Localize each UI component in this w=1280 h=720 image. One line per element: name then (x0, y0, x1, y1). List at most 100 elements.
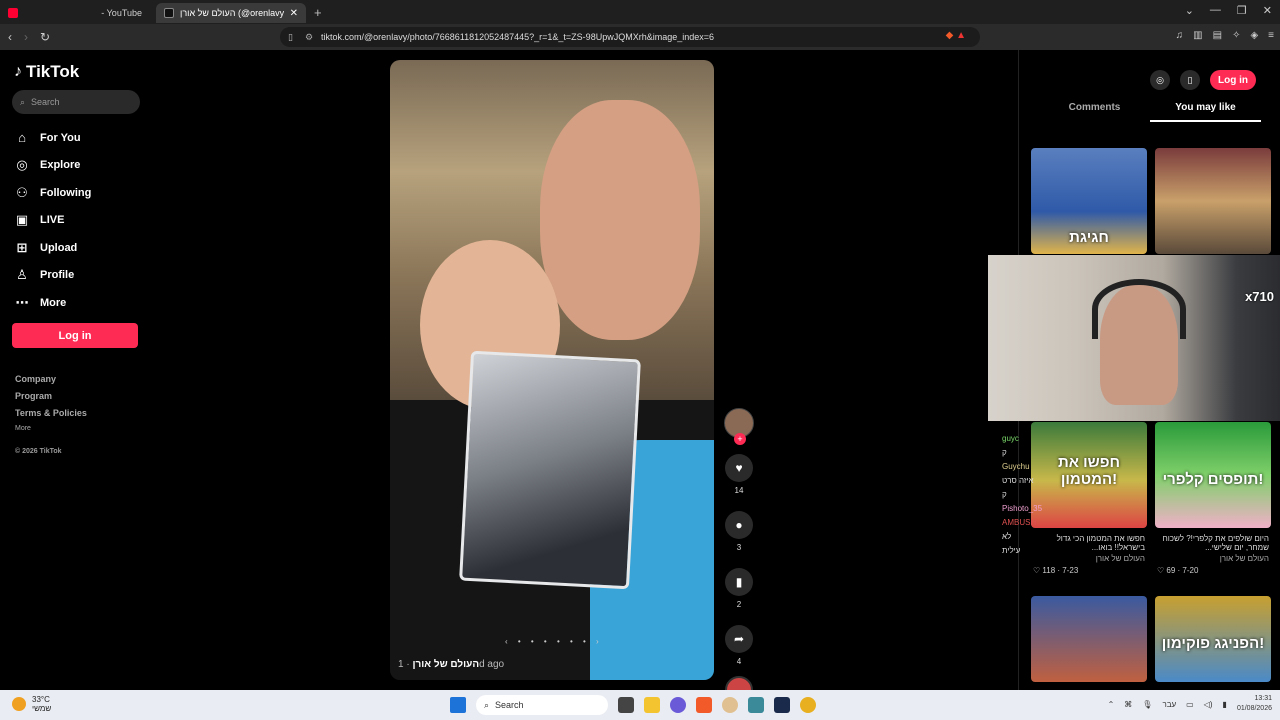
post-author[interactable]: העולם של אורן (412, 659, 479, 670)
save-action[interactable]: ▮ 2 (722, 568, 756, 609)
sidebar-item-live[interactable]: ▣ LIVE (14, 207, 154, 235)
steam-icon[interactable] (774, 697, 790, 713)
tab-tiktok[interactable]: העולם של אורן (@orenlavy) | Tok ✕ (156, 3, 306, 23)
chat-line: Guychu (1002, 462, 1030, 471)
tab-list-icon[interactable]: ⌄ (1185, 4, 1194, 17)
address-bar[interactable]: ▯ ⚙ tiktok.com/@orenlavy/photo/766861181… (280, 27, 980, 47)
close-window-icon[interactable]: ✕ (1263, 4, 1272, 17)
nav-buttons: ‹ › ↻ (8, 30, 50, 44)
back-icon[interactable]: ‹ (8, 30, 12, 44)
new-tab-button[interactable]: + (314, 5, 322, 20)
brave-shield-icon[interactable]: ◆ ▲ (946, 30, 966, 41)
footer-link-more[interactable]: More (15, 425, 87, 442)
reload-icon[interactable]: ↻ (40, 30, 50, 44)
photo-subject-adult (540, 100, 700, 340)
tab-you-may-like[interactable]: You may like (1150, 102, 1261, 122)
search-input[interactable]: ⌕ Search (12, 90, 140, 114)
more-icon: ⋯ (15, 294, 29, 310)
maximize-icon[interactable]: ❐ (1237, 4, 1247, 17)
display-icon[interactable]: ▭ (1186, 700, 1194, 709)
windows-start-icon[interactable] (450, 697, 466, 713)
profile-icon: ♙ (16, 267, 28, 283)
sidebar-item-following[interactable]: ⚇ Following (14, 179, 154, 207)
follow-plus-icon[interactable]: + (734, 433, 746, 445)
file-explorer-icon[interactable] (644, 697, 660, 713)
video-info[interactable]: היום שולפים את קלפרי!? לשכוח שמחר, יום ש… (1157, 534, 1269, 575)
comment-action[interactable]: ● 3 (722, 511, 756, 552)
share-icon[interactable]: ➦ (725, 625, 753, 653)
network-icon[interactable]: ⌘ (1124, 700, 1132, 709)
footer-link-company[interactable]: Company (15, 374, 87, 391)
sidebar-item-explore[interactable]: ◎ Explore (14, 152, 154, 180)
minimize-icon[interactable]: — (1210, 4, 1221, 17)
tab-bar: - YouTube העולם של אורן (@orenlavy) | To… (0, 0, 1280, 24)
task-view-icon[interactable] (618, 697, 634, 713)
battery-icon[interactable]: ▮ (1223, 700, 1227, 709)
weather-desc: שמשי (32, 704, 52, 713)
mic-icon[interactable]: 🎙︎ (1142, 700, 1152, 709)
footer-link-program[interactable]: Program (15, 391, 87, 408)
comment-icon[interactable]: ● (725, 511, 753, 539)
video-thumbnail[interactable]: הפניגג פוקימון! (1155, 596, 1271, 682)
tiktok-note-icon: ♪ (14, 63, 22, 80)
tiktok-logo[interactable]: ♪ TikTok (14, 62, 79, 82)
discord-icon[interactable] (670, 697, 686, 713)
sidebar-item-profile[interactable]: ♙ Profile (14, 262, 154, 290)
video-stats: ♡ 69 · 7-20 (1157, 566, 1199, 575)
author-avatar[interactable]: + (724, 408, 754, 445)
main-menu: ⌂ For You ◎ Explore ⚇ Following ▣ LIVE ⊞ Uplo… (14, 124, 154, 317)
compass-icon: ◎ (16, 157, 28, 173)
video-thumbnail[interactable] (1031, 596, 1147, 682)
site-info-icon[interactable]: ⚙ (305, 32, 313, 43)
webcam-overlay: x710 (988, 255, 1280, 421)
like-action[interactable]: ♥ 14 (722, 454, 756, 495)
weather-widget[interactable]: 33°C שמשי (12, 695, 51, 713)
video-thumbnail[interactable]: תופסים קלפרי! (1155, 422, 1271, 528)
tab-youtube[interactable]: - YouTube (0, 3, 150, 23)
sidebar-item-more[interactable]: ⋯ More (14, 289, 154, 317)
video-info[interactable]: חפשו את המטמון הכי גדול בישראל!! בואו...… (1033, 534, 1145, 575)
app-icon[interactable] (800, 697, 816, 713)
volume-icon[interactable]: ◁) (1204, 700, 1213, 709)
sidebar-icon[interactable]: ▥ (1193, 30, 1202, 41)
chat-line: ק (1002, 490, 1007, 499)
thumbnail-overlay-text: הפניגג פוקימון! (1161, 635, 1265, 652)
bookmark-icon[interactable]: ▮ (725, 568, 753, 596)
leo-icon[interactable]: ✧ (1232, 30, 1240, 41)
bookmark-icon[interactable]: ▯ (288, 32, 293, 43)
menu-icon[interactable]: ≡ (1268, 30, 1274, 41)
share-action[interactable]: ➦ 4 (722, 625, 756, 666)
sidebar-item-upload[interactable]: ⊞ Upload (14, 234, 154, 262)
sidebar-item-label: More (40, 296, 67, 309)
login-button[interactable]: Log in (12, 323, 138, 348)
brave-icon[interactable] (696, 697, 712, 713)
forward-icon[interactable]: › (24, 30, 28, 44)
device-icon[interactable]: ▯ (1180, 70, 1200, 90)
tab-comments[interactable]: Comments (1039, 102, 1150, 122)
tab-title: - YouTube (101, 8, 142, 18)
coins-icon[interactable]: ◎ (1150, 70, 1170, 90)
sidebar-item-label: LIVE (40, 214, 65, 227)
clock[interactable]: 13:31 01/08/2026 (1237, 694, 1272, 714)
header-login-button[interactable]: Log in (1210, 70, 1256, 90)
media-icon[interactable]: ♫ (1176, 30, 1184, 41)
video-thumbnail[interactable] (1155, 148, 1271, 254)
sidebar-item-for-you[interactable]: ⌂ For You (14, 124, 154, 152)
header-actions: ◎ ▯ Log in (1150, 70, 1256, 90)
vpn-icon[interactable]: ◈ (1250, 30, 1258, 41)
taskbar-search[interactable]: ⌕ Search (476, 695, 608, 715)
app-icon[interactable] (722, 697, 738, 713)
app-icon[interactable] (748, 697, 764, 713)
video-thumbnail[interactable]: חפשו את המטמון! (1031, 422, 1147, 528)
heart-icon[interactable]: ♥ (725, 454, 753, 482)
footer-link-terms[interactable]: Terms & Policies (15, 408, 87, 425)
language-indicator[interactable]: עבר (1162, 700, 1176, 709)
wallet-icon[interactable]: ▤ (1213, 30, 1222, 41)
post-photo[interactable]: ‹ • • • • • • › העולם של אורן · 1d ago (390, 60, 714, 680)
sidebar-item-label: Profile (40, 269, 75, 282)
chat-line: איזה סרט (1002, 476, 1034, 485)
close-tab-icon[interactable]: ✕ (290, 8, 298, 19)
video-thumbnail[interactable]: חגיגת (1031, 148, 1147, 254)
carousel-indicator[interactable]: ‹ • • • • • • › (505, 637, 603, 646)
chevron-up-icon[interactable]: ⌃ (1108, 700, 1115, 709)
